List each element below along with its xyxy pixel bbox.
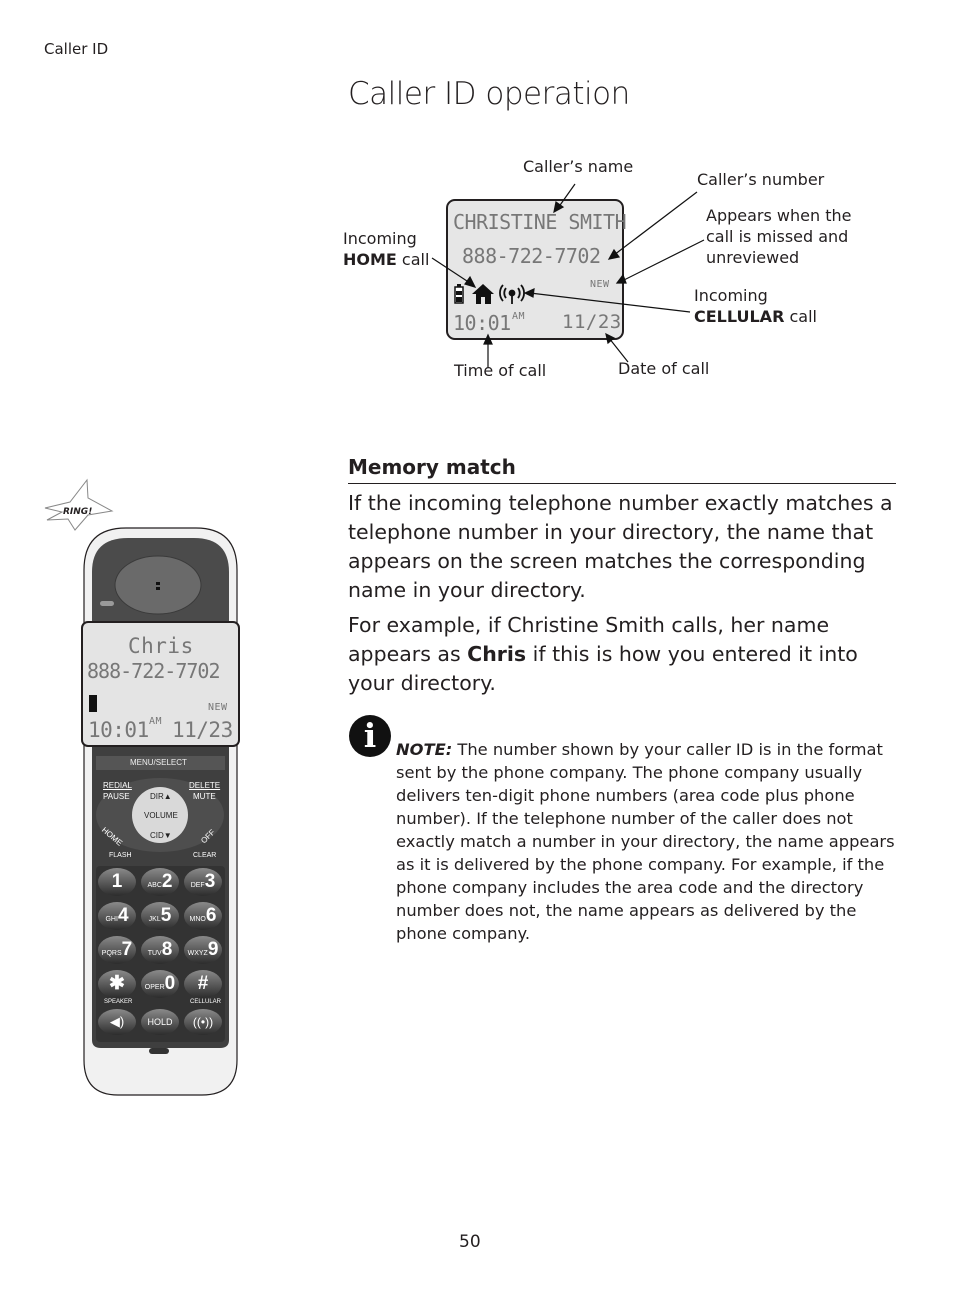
menu-select-key[interactable]: MENU/SELECT xyxy=(130,758,187,767)
keypad-key-letters: DEF xyxy=(190,882,205,889)
info-icon: i xyxy=(349,715,391,757)
keypad-key-letters: ABC xyxy=(147,882,162,889)
keypad-key-digit: ✱ xyxy=(109,973,125,994)
note-body: The number shown by your caller ID is in… xyxy=(396,740,895,943)
time-of-call-label: Time of call xyxy=(454,361,547,380)
ring-burst-icon xyxy=(44,478,114,531)
callers-number-label: Caller’s number xyxy=(697,170,825,189)
speaker-key[interactable]: ◀) xyxy=(98,1009,136,1035)
keypad-key-digit: # xyxy=(197,973,209,994)
keypad-key-digit: 7 xyxy=(121,939,133,960)
keypad-key[interactable]: ABC2 xyxy=(141,868,179,896)
note-label: NOTE: xyxy=(396,740,453,759)
handset-date: 11/23 xyxy=(172,718,233,742)
keypad-key-letters: JKL xyxy=(148,916,161,923)
volume-key[interactable]: VOLUME xyxy=(144,811,178,820)
incoming-home-label: Incoming HOME call xyxy=(343,228,429,270)
redial-key[interactable]: REDIAL xyxy=(103,781,132,790)
keypad-key-letters: WXYZ xyxy=(187,950,208,957)
memory-match-heading: Memory match xyxy=(348,455,896,484)
incoming-cellular-label-line1: Incoming xyxy=(694,286,768,305)
handset-new-indicator: NEW xyxy=(208,702,228,713)
handset-time: 10:01 xyxy=(88,718,149,742)
date-of-call-label: Date of call xyxy=(618,359,710,378)
cid-key[interactable]: CID▼ xyxy=(150,831,172,840)
keypad-key[interactable]: ✱ xyxy=(98,970,136,998)
dir-key[interactable]: DIR▲ xyxy=(150,792,172,801)
cellular-icon xyxy=(499,284,525,304)
keypad-key-digit: 2 xyxy=(161,871,173,892)
incoming-cellular-label: Incoming CELLULAR call xyxy=(694,285,817,327)
missed-call-label: Appears when the call is missed and unre… xyxy=(706,205,851,268)
keypad-key[interactable]: 1 xyxy=(98,868,136,896)
speaker-label: SPEAKER xyxy=(104,999,133,1005)
keypad-key-letters: MNO xyxy=(189,916,206,923)
keypad-key-letters: OPER xyxy=(144,984,165,991)
keypad-key-letters: TUV xyxy=(147,950,162,957)
keypad-key[interactable]: WXYZ9 xyxy=(184,936,222,964)
hold-key[interactable]: HOLD xyxy=(141,1009,179,1035)
keypad-key[interactable]: TUV8 xyxy=(141,936,179,964)
keypad-key-digit: 9 xyxy=(207,939,219,960)
clear-key[interactable]: CLEAR xyxy=(193,852,216,859)
memory-match-paragraph-1: If the incoming telephone number exactly… xyxy=(348,491,893,602)
handset-caller-name: Chris xyxy=(128,634,194,658)
handset-ampm: AM xyxy=(149,716,163,727)
missed-call-label-line1: Appears when the xyxy=(706,206,852,225)
handset-battery-icon xyxy=(89,695,97,712)
keypad-key[interactable]: # xyxy=(184,970,222,998)
keypad-key-digit: 5 xyxy=(160,905,172,926)
mute-key[interactable]: MUTE xyxy=(193,792,216,801)
note-text: NOTE: The number shown by your caller ID… xyxy=(396,738,896,945)
incoming-home-bold: HOME xyxy=(343,250,397,269)
pause-key[interactable]: PAUSE xyxy=(103,792,130,801)
incoming-home-label-line1: Incoming xyxy=(343,229,417,248)
keypad-key[interactable]: DEF3 xyxy=(184,868,222,896)
para2-bold-chris: Chris xyxy=(467,642,527,666)
keypad-key[interactable]: GHI4 xyxy=(98,902,136,930)
battery-icon xyxy=(454,284,464,304)
keypad-key-digit: 3 xyxy=(204,871,216,892)
page-number: 50 xyxy=(459,1232,481,1252)
missed-call-label-line3: unreviewed xyxy=(706,248,800,267)
keypad-key-digit: 1 xyxy=(111,871,123,892)
flash-key[interactable]: FLASH xyxy=(109,852,132,859)
cellular-key[interactable]: ((•)) xyxy=(184,1009,222,1035)
incoming-home-rest: call xyxy=(396,250,430,269)
keypad-key[interactable]: OPER0 xyxy=(141,970,179,998)
keypad-key-letters: PQRS xyxy=(101,950,122,957)
memory-match-paragraph-2: For example, if Christine Smith calls, h… xyxy=(348,611,898,698)
callout-arrows xyxy=(431,183,705,368)
keypad-key-digit: 0 xyxy=(164,973,176,994)
incoming-cellular-bold: CELLULAR xyxy=(694,307,785,326)
missed-call-label-line2: call is missed and xyxy=(706,227,849,246)
keypad-key-digit: 4 xyxy=(117,905,129,926)
keypad-key-letters: GHI xyxy=(105,916,118,923)
keypad-key-digit: 8 xyxy=(161,939,173,960)
keypad-key[interactable]: PQRS7 xyxy=(98,936,136,964)
ring-label: RING! xyxy=(63,507,93,517)
cellular-label: CELLULAR xyxy=(190,999,222,1005)
keypad-key-digit: 6 xyxy=(205,905,217,926)
delete-key[interactable]: DELETE xyxy=(189,781,220,790)
incoming-cellular-rest: call xyxy=(784,307,817,326)
keypad-key[interactable]: MNO6 xyxy=(184,902,222,930)
handset-caller-number: 888-722-7702 xyxy=(87,659,220,683)
callers-name-label: Caller’s name xyxy=(523,157,634,176)
keypad-key[interactable]: JKL5 xyxy=(141,902,179,930)
